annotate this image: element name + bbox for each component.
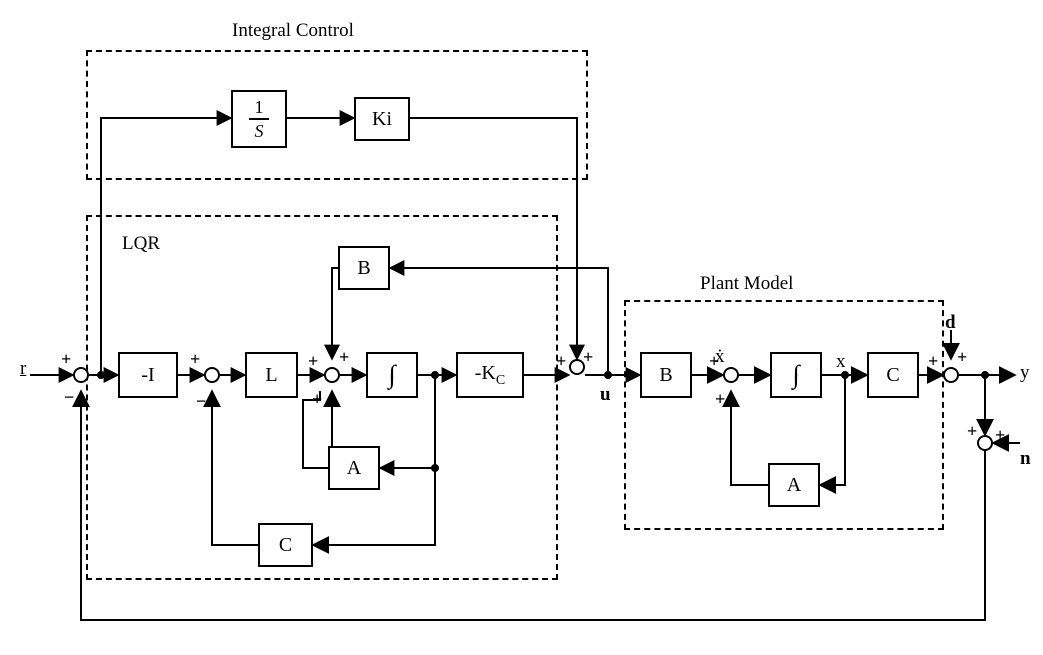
signal-d: d [945,312,956,334]
sum-plant-states [723,367,739,383]
tee-xhat [431,371,439,379]
block-c-plant: C [867,352,919,398]
sign-d-left-plus: + [928,352,938,370]
block-a-plant: A [768,463,820,507]
block-1-over-s: 1 S [231,90,287,148]
sum-disturbance [943,367,959,383]
plant-model-label: Plant Model [700,273,793,295]
signal-r: r [20,358,26,380]
integral-control-label: Integral Control [232,20,354,42]
neg-kc-text: -KC [475,362,505,389]
signal-y: y [1020,362,1030,384]
block-b-observer: B [338,246,390,290]
frac-den: S [251,120,268,140]
sign-obs-l-plus: + [308,352,318,370]
block-neg-i: -I [118,352,178,398]
sign-u-left-plus: + [556,352,566,370]
sign-r-plus: + [61,350,71,368]
sign-n-top-plus: + [967,422,977,440]
lqr-label: LQR [122,233,160,255]
sum-reference [73,367,89,383]
sum-observer-input [204,367,220,383]
sign-n-right-plus: + [995,426,1005,444]
block-b-plant: B [640,352,692,398]
sign-d-top-plus: + [957,348,967,366]
block-diagram: Integral Control LQR Plant Model r u y d… [0,0,1043,655]
sign-obs-a-plus: + [312,390,322,408]
block-l: L [245,352,298,398]
block-ki: Ki [354,97,410,141]
tee-u [604,371,612,379]
tee-error [97,371,105,379]
sign-obs-b-plus: + [339,348,349,366]
sum-observer-states [324,367,340,383]
sign-obs-in-plus: + [190,350,200,368]
tee-y [981,371,989,379]
tee-x [841,371,849,379]
block-integrator-plant: ∫ [770,352,822,398]
signal-x: x [836,351,846,373]
block-c-observer: C [258,523,313,567]
sign-u-top-plus: + [583,348,593,366]
block-neg-kc: -KC [456,352,524,398]
sign-obs-in-minus: − [196,392,206,410]
block-integrator-observer: ∫ [366,352,418,398]
sum-noise [977,435,993,451]
tee-xhat-2 [431,464,439,472]
sign-plant-b-plus: + [709,352,719,370]
block-a-observer: A [328,446,380,490]
sign-plant-a-plus: + [715,390,725,408]
integral-control-frame [86,50,588,180]
signal-n: n [1020,448,1031,470]
sign-fb-minus: − [64,388,74,406]
frac-num: 1 [251,98,268,118]
signal-u: u [600,384,611,406]
